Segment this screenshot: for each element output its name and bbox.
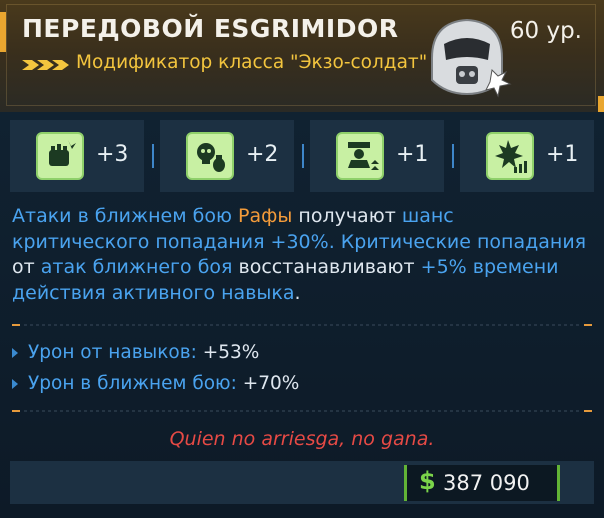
rarity-stripe-corner — [598, 96, 604, 112]
desc-keyword: атак ближнего боя — [34, 256, 239, 278]
dollar-icon: $ — [419, 467, 436, 495]
stat-card-3[interactable]: +1 — [310, 120, 444, 192]
item-footer: $ 387 090 — [10, 461, 594, 504]
section-divider — [12, 410, 592, 412]
stat-value: +1 — [396, 142, 429, 167]
flavor-text: Quien no arriesga, no gana. — [169, 428, 435, 450]
bonus-value: +70% — [242, 373, 300, 394]
item-card: ПЕРЕДОВОЙ ESGRIMIDOR 60 ур. Модификатор … — [0, 0, 604, 518]
stat-value: +3 — [96, 142, 129, 167]
fist-burst-icon — [36, 132, 84, 180]
stat-card-1[interactable]: +3 — [10, 120, 144, 192]
stat-card-2[interactable]: +2 — [160, 120, 294, 192]
bullet-icon — [12, 348, 18, 358]
bonus-value: +53% — [202, 342, 260, 363]
section-divider — [12, 324, 592, 326]
item-header: ПЕРЕДОВОЙ ESGRIMIDOR 60 ур. Модификатор … — [0, 0, 604, 112]
desc-text: восстанавливают — [238, 256, 415, 278]
stat-value: +2 — [246, 142, 279, 167]
explosion-arrows-icon — [486, 132, 534, 180]
bonus-line: Урон от навыков: +53% — [12, 342, 259, 363]
skull-grenade-icon — [186, 132, 234, 180]
stat-divider — [152, 144, 154, 168]
stat-divider — [452, 144, 454, 168]
soldier-rank-icon — [336, 132, 384, 180]
bonus-label: Урон от навыков: — [28, 342, 197, 363]
desc-text: от — [12, 256, 35, 278]
rarity-stripe — [0, 12, 6, 52]
item-level: 60 ур. — [509, 18, 582, 44]
desc-text: . — [294, 281, 301, 304]
item-title: ПЕРЕДОВОЙ ESGRIMIDOR — [22, 14, 399, 43]
desc-text: . Критические попадания — [328, 230, 587, 253]
character-name: Рафы — [238, 205, 293, 227]
bonus-line: Урон в ближнем бою: +70% — [12, 373, 299, 394]
item-description: Атаки в ближнем бою Рафы получают шанс к… — [12, 204, 594, 306]
rarity-chevrons-icon — [22, 60, 69, 70]
stat-card-4[interactable]: +1 — [460, 120, 594, 192]
price-amount: 387 090 — [443, 471, 530, 495]
price-tag: $ 387 090 — [404, 465, 560, 501]
class-modifier-label: Модификатор класса "Экзо-солдат" — [76, 52, 428, 73]
stat-bonuses-row: +3 +2 +1 +1 — [10, 120, 594, 192]
exo-soldier-helmet-icon — [431, 18, 512, 98]
bonus-label: Урон в ближнем бою: — [28, 373, 237, 394]
bullet-icon — [12, 379, 18, 389]
stat-value: +1 — [546, 142, 579, 167]
desc-text: получают — [292, 205, 402, 227]
desc-text: Атаки в ближнем бою — [12, 205, 238, 227]
stat-divider — [302, 144, 304, 168]
